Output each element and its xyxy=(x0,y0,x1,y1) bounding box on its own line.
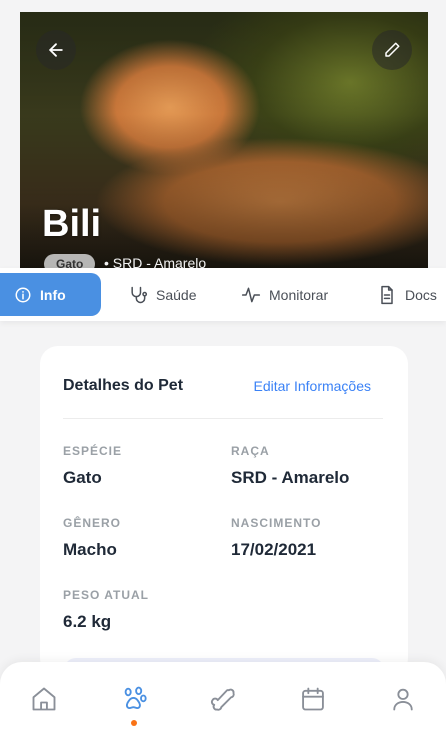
nav-calendar[interactable] xyxy=(298,684,328,714)
breed-subtitle: • SRD - Amarelo xyxy=(104,255,207,268)
tab-monitorar-label: Monitorar xyxy=(269,286,329,303)
stethoscope-icon xyxy=(131,286,148,303)
document-icon xyxy=(381,285,393,304)
pet-details-card: Detalhes do Pet Editar Informações ESPÉC… xyxy=(40,346,408,688)
bottom-nav xyxy=(0,662,446,737)
tab-saude[interactable]: Saúde xyxy=(128,273,196,316)
weight-label: PESO ATUAL xyxy=(63,588,150,602)
tab-monitorar[interactable]: Monitorar xyxy=(241,273,328,316)
tab-saude-label: Saúde xyxy=(156,286,197,303)
pencil-icon xyxy=(385,42,400,57)
nav-home[interactable] xyxy=(29,684,59,714)
pet-name: Bili xyxy=(42,203,102,245)
bone-icon xyxy=(210,688,235,711)
tab-info-label: Info xyxy=(40,286,66,303)
edit-photo-button[interactable] xyxy=(372,30,412,70)
species-value: Gato xyxy=(63,468,102,487)
tab-bar: Info Saúde Monitorar Docs xyxy=(0,268,446,321)
species-label: ESPÉCIE xyxy=(63,444,123,458)
tab-docs[interactable]: Docs xyxy=(377,273,437,316)
species-chip: Gato xyxy=(44,254,96,268)
activity-icon xyxy=(241,287,261,302)
user-icon xyxy=(393,688,413,711)
breed-label: RAÇA xyxy=(231,444,270,458)
birthdate-value: 17/02/2021 xyxy=(231,540,317,559)
pet-photo: Bili Gato • SRD - Amarelo xyxy=(20,12,428,268)
info-icon xyxy=(15,287,31,302)
edit-info-link[interactable]: Editar Informações xyxy=(254,378,372,394)
gender-value: Macho xyxy=(63,540,117,559)
divider xyxy=(63,418,383,419)
tab-info[interactable]: Info xyxy=(0,273,101,316)
gender-label: GÊNERO xyxy=(63,516,122,530)
birthdate-label: NASCIMENTO xyxy=(231,516,322,530)
home-icon xyxy=(32,687,56,711)
paw-icon xyxy=(124,686,147,710)
weight-value: 6.2 kg xyxy=(63,612,112,631)
arrow-left-icon xyxy=(49,43,63,57)
nav-profile[interactable] xyxy=(388,684,418,714)
nav-bone[interactable] xyxy=(208,684,238,714)
active-indicator-dot xyxy=(131,720,137,726)
back-button[interactable] xyxy=(36,30,76,70)
tab-docs-label: Docs xyxy=(405,286,437,303)
breed-value: SRD - Amarelo xyxy=(231,468,350,487)
calendar-icon xyxy=(302,687,324,711)
nav-pets[interactable] xyxy=(119,684,149,714)
card-title: Detalhes do Pet xyxy=(63,377,184,394)
